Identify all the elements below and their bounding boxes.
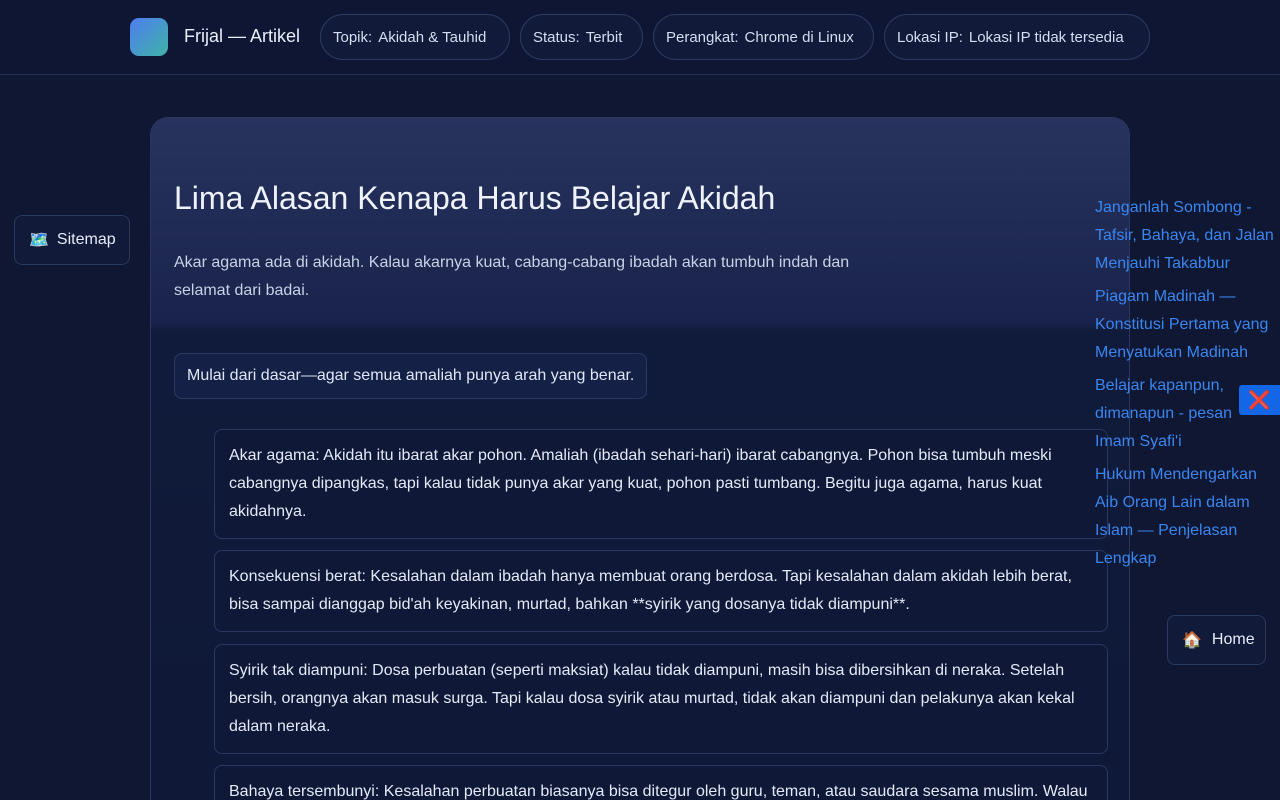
chip-device-value: Chrome di Linux bbox=[744, 28, 854, 46]
chip-status-value: Terbit bbox=[585, 28, 623, 46]
reason-item: Syirik tak diampuni: Dosa perbuatan (sep… bbox=[214, 644, 1108, 754]
chip-status-key: Status: bbox=[533, 28, 580, 46]
chip-ip-value: Lokasi IP tidak tersedia bbox=[968, 28, 1124, 46]
top-header: Frijal — Artikel Topik: Akidah & Tauhid … bbox=[0, 0, 1280, 75]
article-title: Lima Alasan Kenapa Harus Belajar Akidah bbox=[174, 180, 776, 216]
chip-device[interactable]: Perangkat: Chrome di Linux bbox=[653, 14, 874, 60]
chip-topic-key: Topik: bbox=[333, 28, 373, 46]
related-link[interactable]: Piagam Madinah — Konstitusi Pertama yang… bbox=[1095, 283, 1275, 367]
article-lead: Akar agama ada di akidah. Kalau akarnya … bbox=[174, 254, 850, 299]
reason-item: Konsekuensi berat: Kesalahan dalam ibada… bbox=[214, 550, 1108, 632]
related-link[interactable]: Janganlah Sombong - Tafsir, Bahaya, dan … bbox=[1095, 194, 1275, 278]
home-button[interactable]: 🏠 Home bbox=[1167, 615, 1266, 665]
article-callout: Mulai dari dasar—agar semua amaliah puny… bbox=[174, 353, 648, 399]
related-link[interactable]: Hukum Mendengarkan Aib Orang Lain dalam … bbox=[1095, 461, 1275, 573]
brand-title[interactable]: Frijal — Artikel bbox=[184, 26, 300, 47]
sitemap-label: Sitemap bbox=[56, 231, 116, 248]
chip-device-key: Perangkat: bbox=[666, 28, 739, 46]
chip-status[interactable]: Status: Terbit bbox=[520, 14, 643, 60]
chip-topic[interactable]: Topik: Akidah & Tauhid bbox=[320, 14, 510, 60]
sitemap-button[interactable]: 🗺️ Sitemap bbox=[14, 215, 130, 265]
reason-item: Akar agama: Akidah itu ibarat akar pohon… bbox=[214, 429, 1108, 539]
brand-logo[interactable] bbox=[130, 18, 168, 56]
reason-item: Bahaya tersembunyi: Kesalahan perbuatan … bbox=[214, 765, 1108, 800]
home-label: Home bbox=[1211, 631, 1255, 648]
chip-topic-value: Akidah & Tauhid bbox=[378, 28, 487, 46]
close-button[interactable]: ❌ bbox=[1239, 385, 1280, 415]
chip-ip-key: Lokasi IP: bbox=[897, 28, 963, 46]
chip-ip-location[interactable]: Lokasi IP: Lokasi IP tidak tersedia bbox=[884, 14, 1150, 60]
article-card: Lima Alasan Kenapa Harus Belajar Akidah … bbox=[150, 117, 1130, 800]
close-icon: ❌ bbox=[1248, 389, 1271, 410]
map-icon: 🗺️ bbox=[29, 232, 49, 249]
home-icon: 🏠 bbox=[1182, 632, 1202, 649]
